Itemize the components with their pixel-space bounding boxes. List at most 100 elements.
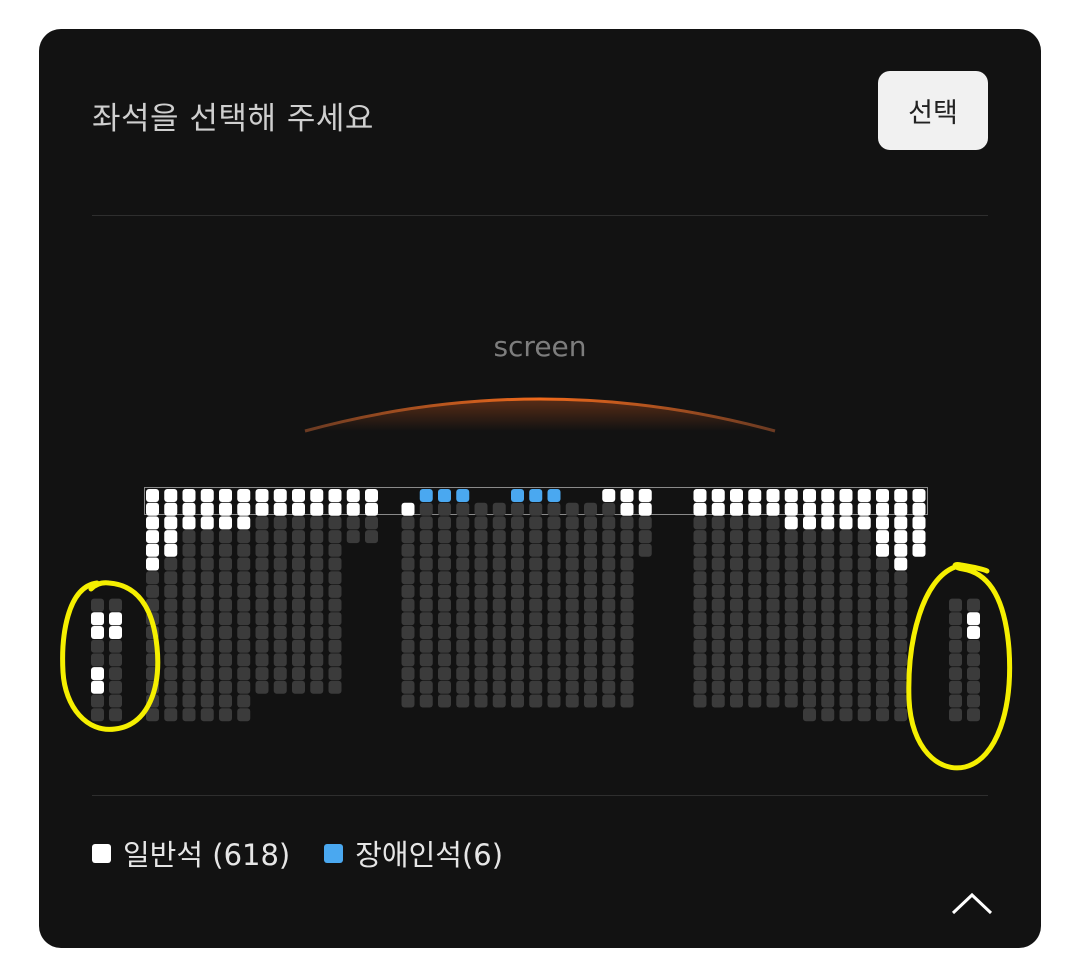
- seat-selection-panel: 좌석을 선택해 주세요 선택 screen 일반석 (618) 장애인석(6): [39, 29, 1041, 948]
- seat: [511, 653, 524, 667]
- seat: [620, 516, 634, 530]
- seat[interactable]: [164, 543, 178, 557]
- seat: [547, 557, 561, 571]
- seat[interactable]: [219, 516, 232, 530]
- seat: [620, 680, 634, 694]
- seat: [474, 598, 488, 612]
- seat: [620, 612, 634, 626]
- seat: [602, 530, 616, 544]
- seat[interactable]: [839, 516, 853, 530]
- seat[interactable]: [146, 516, 159, 530]
- seat: [292, 584, 305, 598]
- seat[interactable]: [146, 543, 159, 557]
- seat: [766, 571, 780, 585]
- seat[interactable]: [164, 530, 178, 544]
- seat: [620, 639, 634, 653]
- seat: [857, 557, 871, 571]
- seat: [292, 612, 305, 626]
- seat: [784, 667, 798, 681]
- seat[interactable]: [200, 516, 214, 530]
- seat: [219, 667, 232, 681]
- seat[interactable]: [912, 530, 926, 544]
- seat: [693, 653, 707, 667]
- seat: [328, 516, 342, 530]
- seat: [565, 653, 579, 667]
- seat[interactable]: [237, 516, 251, 530]
- seat[interactable]: [821, 516, 835, 530]
- seat: [511, 543, 524, 557]
- seat: [748, 516, 762, 530]
- seat: [529, 612, 543, 626]
- seat: [419, 680, 433, 694]
- seat: [310, 667, 324, 681]
- seat: [730, 557, 743, 571]
- seat: [730, 584, 743, 598]
- seat: [492, 680, 506, 694]
- seat: [529, 626, 543, 639]
- seat: [273, 543, 287, 557]
- seat: [511, 626, 524, 639]
- seat: [839, 612, 853, 626]
- seat: [456, 653, 470, 667]
- seat[interactable]: [912, 516, 926, 530]
- seat: [255, 598, 269, 612]
- seat: [602, 543, 616, 557]
- seat[interactable]: [912, 543, 926, 557]
- seat: [529, 584, 543, 598]
- seat[interactable]: [784, 516, 798, 530]
- seat: [237, 708, 251, 722]
- chevron-up-icon[interactable]: [949, 889, 995, 917]
- seat: [839, 584, 853, 598]
- seat: [438, 584, 451, 598]
- seat[interactable]: [146, 530, 159, 544]
- seat[interactable]: [894, 530, 908, 544]
- seat[interactable]: [894, 543, 908, 557]
- seat: [529, 598, 543, 612]
- seat[interactable]: [182, 516, 196, 530]
- seat: [401, 680, 415, 694]
- seat: [419, 612, 433, 626]
- seat[interactable]: [876, 516, 889, 530]
- seat: [821, 571, 835, 585]
- seat: [620, 667, 634, 681]
- seat: [784, 612, 798, 626]
- seat: [292, 667, 305, 681]
- seat: [748, 571, 762, 585]
- seat: [474, 694, 488, 708]
- seat: [292, 557, 305, 571]
- seat: [839, 680, 853, 694]
- seat: [419, 598, 433, 612]
- seat: [200, 680, 214, 694]
- seat[interactable]: [803, 516, 816, 530]
- seat: [821, 584, 835, 598]
- seat: [693, 680, 707, 694]
- seat[interactable]: [857, 516, 871, 530]
- seat: [784, 680, 798, 694]
- seat: [693, 667, 707, 681]
- seat: [273, 612, 287, 626]
- seat[interactable]: [894, 516, 908, 530]
- seat[interactable]: [164, 516, 178, 530]
- seat: [876, 584, 889, 598]
- seat: [620, 598, 634, 612]
- seat: [182, 680, 196, 694]
- seat: [273, 626, 287, 639]
- seat[interactable]: [876, 543, 889, 557]
- seat: [492, 598, 506, 612]
- seat: [474, 530, 488, 544]
- seat[interactable]: [146, 557, 159, 571]
- seat: [748, 667, 762, 681]
- seat: [547, 516, 561, 530]
- seat: [748, 543, 762, 557]
- seat: [584, 557, 597, 571]
- seat: [730, 612, 743, 626]
- seat: [857, 708, 871, 722]
- seat: [876, 667, 889, 681]
- seat: [766, 530, 780, 544]
- seat: [419, 530, 433, 544]
- seat: [456, 584, 470, 598]
- seat: [748, 653, 762, 667]
- select-button[interactable]: 선택: [878, 71, 988, 150]
- seat: [328, 626, 342, 639]
- seat[interactable]: [876, 530, 889, 544]
